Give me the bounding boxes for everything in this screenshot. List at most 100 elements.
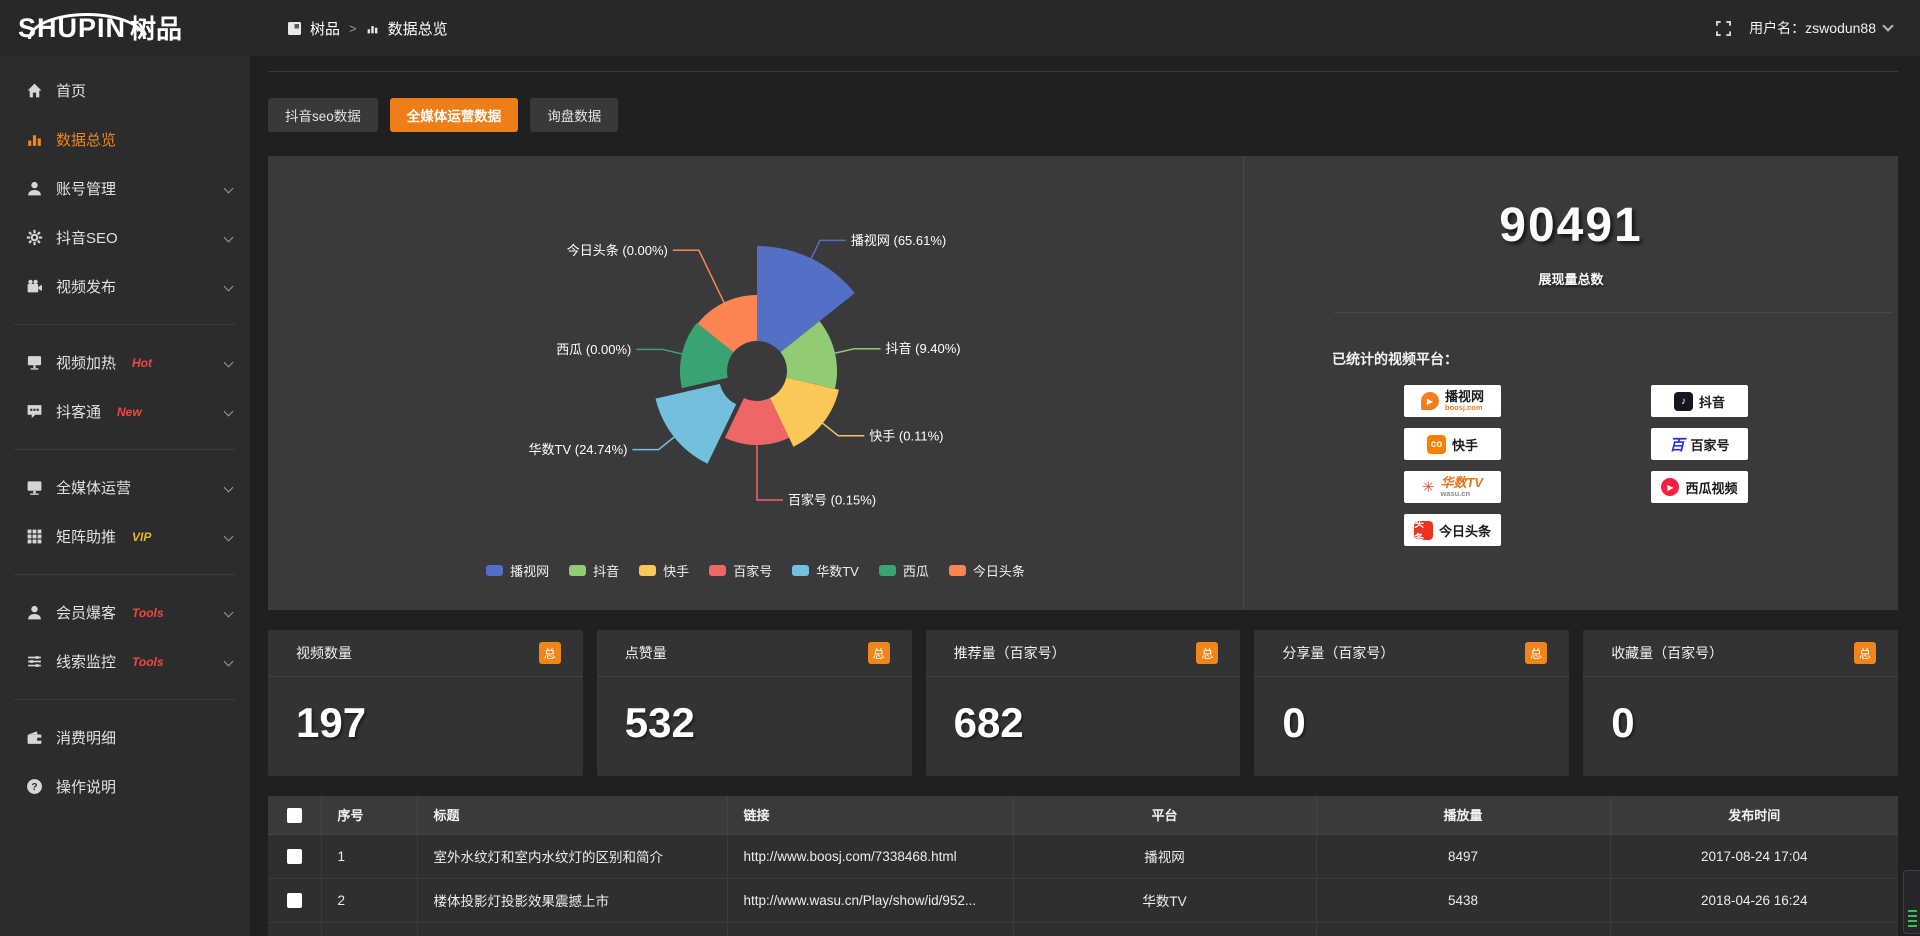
sidebar-item-label: 视频发布 xyxy=(56,276,116,297)
chevron-down-icon xyxy=(224,608,234,618)
legend-item-百家号[interactable]: 百家号 xyxy=(709,561,772,580)
platform-badge-华数TV[interactable]: ✳华数TVwasu.cn xyxy=(1404,471,1501,503)
cell-plays xyxy=(1316,922,1610,936)
select-all-checkbox[interactable] xyxy=(287,808,302,823)
cell-title[interactable] xyxy=(417,922,727,936)
question-icon: ? xyxy=(26,778,43,795)
tab-询盘数据[interactable]: 询盘数据 xyxy=(530,98,618,132)
cell-title[interactable]: 楼体投影灯投影效果震撼上市 xyxy=(417,878,727,922)
sidebar-item-数据总览[interactable]: 数据总览 xyxy=(0,115,250,164)
sidebar-item-账号管理[interactable]: 账号管理 xyxy=(0,164,250,213)
legend-item-西瓜[interactable]: 西瓜 xyxy=(879,561,929,580)
sidebar-badge: Tools xyxy=(132,655,164,669)
svg-text:?: ? xyxy=(31,782,37,793)
cell-link[interactable]: http://www.wasu.cn/Play/show/id/952... xyxy=(727,878,1013,922)
breadcrumb-root[interactable]: 树品 xyxy=(310,18,340,39)
fullscreen-icon[interactable] xyxy=(1716,21,1731,36)
sidebar-item-抖音SEO[interactable]: 抖音SEO xyxy=(0,213,250,262)
stat-card-value: 197 xyxy=(268,677,583,747)
cell-index xyxy=(321,922,417,936)
tab-全媒体运营数据[interactable]: 全媒体运营数据 xyxy=(390,98,519,132)
total-impressions-label: 展现量总数 xyxy=(1244,269,1898,288)
row-checkbox-cell xyxy=(268,878,321,922)
cell-plays: 8497 xyxy=(1316,834,1610,878)
tab-抖音seo数据[interactable]: 抖音seo数据 xyxy=(268,98,378,132)
platform-badge-百家号[interactable]: 百百家号 xyxy=(1651,428,1748,460)
platform-name: 今日头条 xyxy=(1439,521,1491,540)
pie-label-line xyxy=(811,240,846,259)
legend-item-华数TV[interactable]: 华数TV xyxy=(792,561,859,580)
sidebar-item-抖客通[interactable]: 抖客通New xyxy=(0,387,250,436)
breadcrumb-current[interactable]: 数据总览 xyxy=(388,18,448,39)
total-badge[interactable]: 总 xyxy=(539,642,561,664)
platform-sub: wasu.cn xyxy=(1440,490,1483,498)
platform-badge-快手[interactable]: co快手 xyxy=(1404,428,1501,460)
floating-widget[interactable] xyxy=(1903,870,1920,934)
sidebar-item-会员爆客[interactable]: 会员爆客Tools xyxy=(0,588,250,637)
chevron-down-icon xyxy=(224,358,234,368)
topbar-right: 用户名：zswodun88 xyxy=(1716,18,1920,38)
chart-panel: 播视网 (65.61%)抖音 (9.40%)快手 (0.11%)百家号 (0.1… xyxy=(268,156,1898,610)
sidebar-item-label: 首页 xyxy=(56,80,86,101)
chevron-down-icon xyxy=(224,282,234,292)
total-badge[interactable]: 总 xyxy=(868,642,890,664)
cell-link[interactable]: http://www.boosj.com/7338468.html xyxy=(727,834,1013,878)
legend-swatch xyxy=(792,565,809,576)
user-menu[interactable]: 用户名：zswodun88 xyxy=(1749,18,1892,38)
pie-label-百家号: 百家号 (0.15%) xyxy=(788,493,876,508)
pie-label-今日头条: 今日头条 (0.00%) xyxy=(567,243,668,258)
sidebar-item-首页[interactable]: 首页 xyxy=(0,66,250,115)
sidebar-item-视频加热[interactable]: 视频加热Hot xyxy=(0,338,250,387)
chevron-down-icon xyxy=(1882,20,1893,31)
pie-label-快手: 快手 (0.11%) xyxy=(869,428,943,443)
platform-column: ▶播视网boosj.com co快手 ✳华数TVwasu.cn 头条今日头条 xyxy=(1404,385,1501,546)
xigua-logo-icon: ▶ xyxy=(1661,478,1679,496)
sidebar-item-视频发布[interactable]: 视频发布 xyxy=(0,262,250,311)
sidebar-divider xyxy=(14,699,236,700)
sidebar-item-全媒体运营[interactable]: 全媒体运营 xyxy=(0,463,250,512)
legend-item-抖音[interactable]: 抖音 xyxy=(569,561,619,580)
total-badge[interactable]: 总 xyxy=(1525,642,1547,664)
sidebar-item-操作说明[interactable]: ?操作说明 xyxy=(0,762,250,811)
sidebar-item-线索监控[interactable]: 线索监控Tools xyxy=(0,637,250,686)
stat-card-value: 682 xyxy=(926,677,1241,747)
gear-icon xyxy=(26,229,43,246)
stat-card-value: 532 xyxy=(597,677,912,747)
sidebar-item-label: 账号管理 xyxy=(56,178,116,199)
sidebar-item-矩阵助推[interactable]: 矩阵助推VIP xyxy=(0,512,250,561)
table-header-链接: 链接 xyxy=(727,796,1013,834)
cell-published: 2017-08-24 17:04 xyxy=(1610,834,1898,878)
total-impressions-value: 90491 xyxy=(1244,198,1898,253)
total-badge[interactable]: 总 xyxy=(1854,642,1876,664)
stat-card-推荐量（百家号）: 推荐量（百家号） 总 682 xyxy=(926,630,1241,776)
cell-title[interactable]: 室外水纹灯和室内水纹灯的区别和简介 xyxy=(417,834,727,878)
stat-card-title: 推荐量（百家号） xyxy=(954,643,1066,663)
breadcrumb-separator: > xyxy=(349,21,357,36)
sidebar-item-消费明细[interactable]: 消费明细 xyxy=(0,713,250,762)
legend-label: 抖音 xyxy=(593,561,619,580)
total-badge[interactable]: 总 xyxy=(1196,642,1218,664)
legend-label: 今日头条 xyxy=(973,561,1025,580)
platform-column: ♪抖音百百家号 ▶西瓜视频 xyxy=(1651,385,1748,546)
row-checkbox[interactable] xyxy=(287,893,302,908)
widget-bar xyxy=(1908,925,1917,927)
cell-published: 2018-04-26 16:24 xyxy=(1610,878,1898,922)
cell-link[interactable] xyxy=(727,922,1013,936)
legend-label: 播视网 xyxy=(510,561,549,580)
platform-badge-西瓜视频[interactable]: ▶西瓜视频 xyxy=(1651,471,1748,503)
stat-card-header: 分享量（百家号）总 xyxy=(1254,630,1569,677)
platform-badge-今日头条[interactable]: 头条今日头条 xyxy=(1404,514,1501,546)
table-row xyxy=(268,922,1898,936)
stat-card-header: 推荐量（百家号） 总 xyxy=(926,630,1241,677)
sidebar-item-label: 视频加热 xyxy=(56,352,116,373)
platform-badge-抖音[interactable]: ♪抖音 xyxy=(1651,385,1748,417)
pie-slice-华数TV[interactable] xyxy=(656,384,737,464)
legend-item-今日头条[interactable]: 今日头条 xyxy=(949,561,1025,580)
legend-item-播视网[interactable]: 播视网 xyxy=(486,561,549,580)
platform-badge-播视网[interactable]: ▶播视网boosj.com xyxy=(1404,385,1501,417)
row-checkbox[interactable] xyxy=(287,849,302,864)
pie-label-line xyxy=(757,444,783,500)
douyin-logo-icon: ♪ xyxy=(1674,392,1693,411)
legend-item-快手[interactable]: 快手 xyxy=(639,561,689,580)
person-icon xyxy=(26,604,43,621)
